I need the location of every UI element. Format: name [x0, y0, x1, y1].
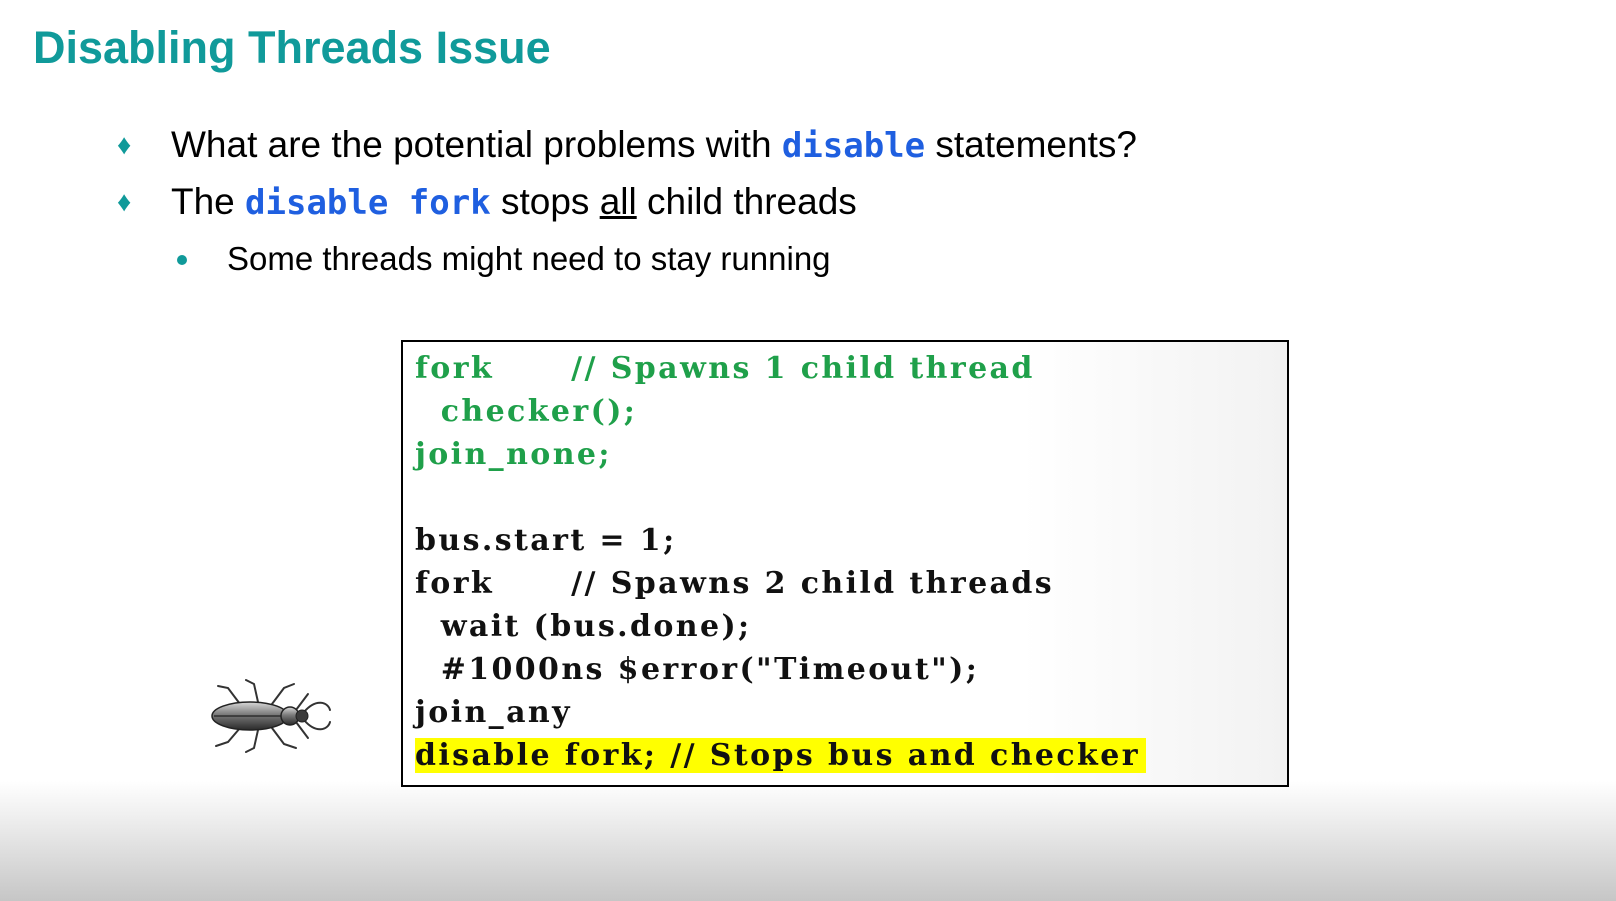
code-line: join_any	[415, 695, 572, 730]
code-line: checker();	[415, 394, 638, 429]
code-line: wait (bus.done);	[415, 609, 752, 644]
underlined-word: all	[599, 181, 637, 222]
code-block: fork // Spawns 1 child thread checker();…	[401, 340, 1289, 787]
slide-title: Disabling Threads Issue	[33, 22, 551, 73]
bullet-text: What are the potential problems with dis…	[171, 124, 1137, 166]
bullet-text-after: child threads	[636, 181, 857, 222]
highlight-mark: disable fork; // Stops bus and checker	[415, 738, 1146, 773]
bullet-text-before: What are the potential problems with	[171, 124, 782, 165]
slide-bottom-fade	[0, 781, 1616, 901]
diamond-bullet-icon: ♦	[117, 186, 132, 217]
code-keyword: disable	[781, 126, 926, 166]
code-line: #1000ns $error("Timeout");	[415, 652, 980, 687]
code-line: fork // Spawns 2 child threads	[415, 566, 1055, 601]
diamond-bullet-icon: ♦	[117, 129, 132, 160]
code-line: join_none;	[415, 437, 612, 472]
stag-beetle-icon	[211, 679, 331, 753]
code-line: bus.start = 1;	[415, 523, 677, 558]
code-line-highlighted: disable fork; // Stops bus and checker	[415, 738, 1146, 774]
bullet-text-before: The	[171, 181, 246, 222]
bullet-text: The disable fork stops all child threads	[171, 181, 857, 223]
code-line: fork // Spawns 1 child thread	[415, 351, 1035, 386]
bullet-text-middle: stops	[490, 181, 600, 222]
sub-bullet-text: Some threads might need to stay running	[227, 240, 831, 277]
bullet-text-after: statements?	[925, 124, 1137, 165]
dot-bullet-icon	[177, 255, 187, 265]
code-keyword: disable fork	[245, 183, 491, 223]
